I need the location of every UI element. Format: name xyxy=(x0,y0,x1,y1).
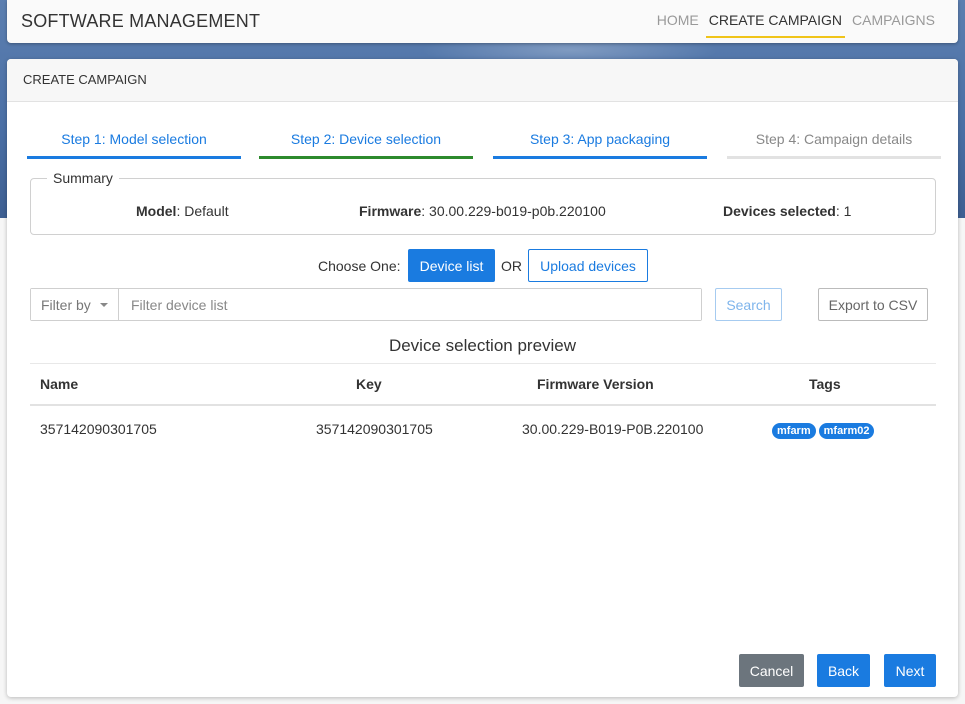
step-indicator-bar xyxy=(493,156,707,159)
filter-by-dropdown[interactable]: Filter by xyxy=(31,289,119,320)
column-header-tags[interactable]: Tags xyxy=(809,376,841,392)
preview-title: Device selection preview xyxy=(388,336,577,355)
tag-badge[interactable]: mfarm02 xyxy=(818,423,875,439)
upload-devices-button[interactable]: Upload devices xyxy=(528,249,648,282)
summary-devices: Devices selected: 1 xyxy=(723,203,851,219)
step-indicator-bar xyxy=(259,156,473,159)
summary-firmware-value: : 30.00.229-b019-p0b.220100 xyxy=(421,203,606,219)
step-device-selection[interactable]: Step 2: Device selection xyxy=(259,131,473,159)
cell-key: 357142090301705 xyxy=(316,421,433,437)
step-label: Step 2: Device selection xyxy=(290,131,442,147)
step-label: Step 1: Model selection xyxy=(61,131,207,147)
search-button[interactable]: Search xyxy=(715,288,782,321)
step-app-packaging[interactable]: Step 3: App packaging xyxy=(493,131,707,159)
export-csv-button[interactable]: Export to CSV xyxy=(818,288,928,321)
wizard-steps: Step 1: Model selection Step 2: Device s… xyxy=(27,131,942,161)
summary-model-key: Model xyxy=(136,203,177,219)
summary-legend: Summary xyxy=(47,170,119,186)
column-header-name[interactable]: Name xyxy=(40,376,78,392)
step-model-selection[interactable]: Step 1: Model selection xyxy=(27,131,241,159)
column-header-key[interactable]: Key xyxy=(356,376,382,392)
table-row[interactable]: 357142090301705 357142090301705 30.00.22… xyxy=(30,406,936,456)
choose-source-row: Choose One: Device list OR Upload device… xyxy=(7,249,958,283)
step-campaign-details[interactable]: Step 4: Campaign details xyxy=(727,131,941,159)
nav-campaigns[interactable]: CAMPAIGNS xyxy=(847,12,940,38)
summary-box: Summary Model: Default Firmware: 30.00.2… xyxy=(30,170,936,235)
choose-one-label: Choose One: xyxy=(318,258,401,274)
cell-tags: mfarm mfarm02 xyxy=(772,423,875,439)
cell-firmware: 30.00.229-B019-P0B.220100 xyxy=(522,421,704,437)
filter-by-label: Filter by xyxy=(41,297,91,313)
summary-model: Model: Default xyxy=(136,203,229,219)
summary-firmware-key: Firmware xyxy=(359,203,422,219)
cancel-button[interactable]: Cancel xyxy=(739,654,804,687)
device-table: Name Key Firmware Version Tags 357142090… xyxy=(30,364,936,456)
top-navbar: SOFTWARE MANAGEMENT HOME CREATE CAMPAIGN… xyxy=(7,0,958,43)
nav-home[interactable]: HOME xyxy=(652,12,704,38)
step-label: Step 4: Campaign details xyxy=(755,131,913,147)
device-list-button[interactable]: Device list xyxy=(408,249,495,282)
step-indicator-bar xyxy=(727,156,941,159)
tag-badge[interactable]: mfarm xyxy=(772,423,816,439)
back-button[interactable]: Back xyxy=(817,654,870,687)
main-nav: HOME CREATE CAMPAIGN CAMPAIGNS xyxy=(652,12,940,38)
step-label: Step 3: App packaging xyxy=(529,131,671,147)
summary-firmware: Firmware: 30.00.229-b019-p0b.220100 xyxy=(359,203,606,219)
create-campaign-card: CREATE CAMPAIGN Step 1: Model selection … xyxy=(7,59,958,697)
app-title: SOFTWARE MANAGEMENT xyxy=(21,11,261,31)
summary-devices-key: Devices selected xyxy=(723,203,836,219)
summary-model-value: : Default xyxy=(176,203,229,219)
next-button[interactable]: Next xyxy=(884,654,936,687)
filter-row: Filter by Search Export to CSV xyxy=(30,288,936,322)
summary-devices-value: : 1 xyxy=(835,203,852,219)
filter-group: Filter by xyxy=(30,288,702,321)
caret-down-icon xyxy=(100,303,108,307)
card-title: CREATE CAMPAIGN xyxy=(7,59,958,102)
cell-name: 357142090301705 xyxy=(40,421,157,437)
or-label: OR xyxy=(501,258,522,274)
table-header: Name Key Firmware Version Tags xyxy=(30,364,936,406)
filter-device-input[interactable] xyxy=(119,289,701,320)
step-indicator-bar xyxy=(27,156,241,159)
column-header-firmware[interactable]: Firmware Version xyxy=(537,376,654,392)
nav-create-campaign[interactable]: CREATE CAMPAIGN xyxy=(704,12,847,38)
